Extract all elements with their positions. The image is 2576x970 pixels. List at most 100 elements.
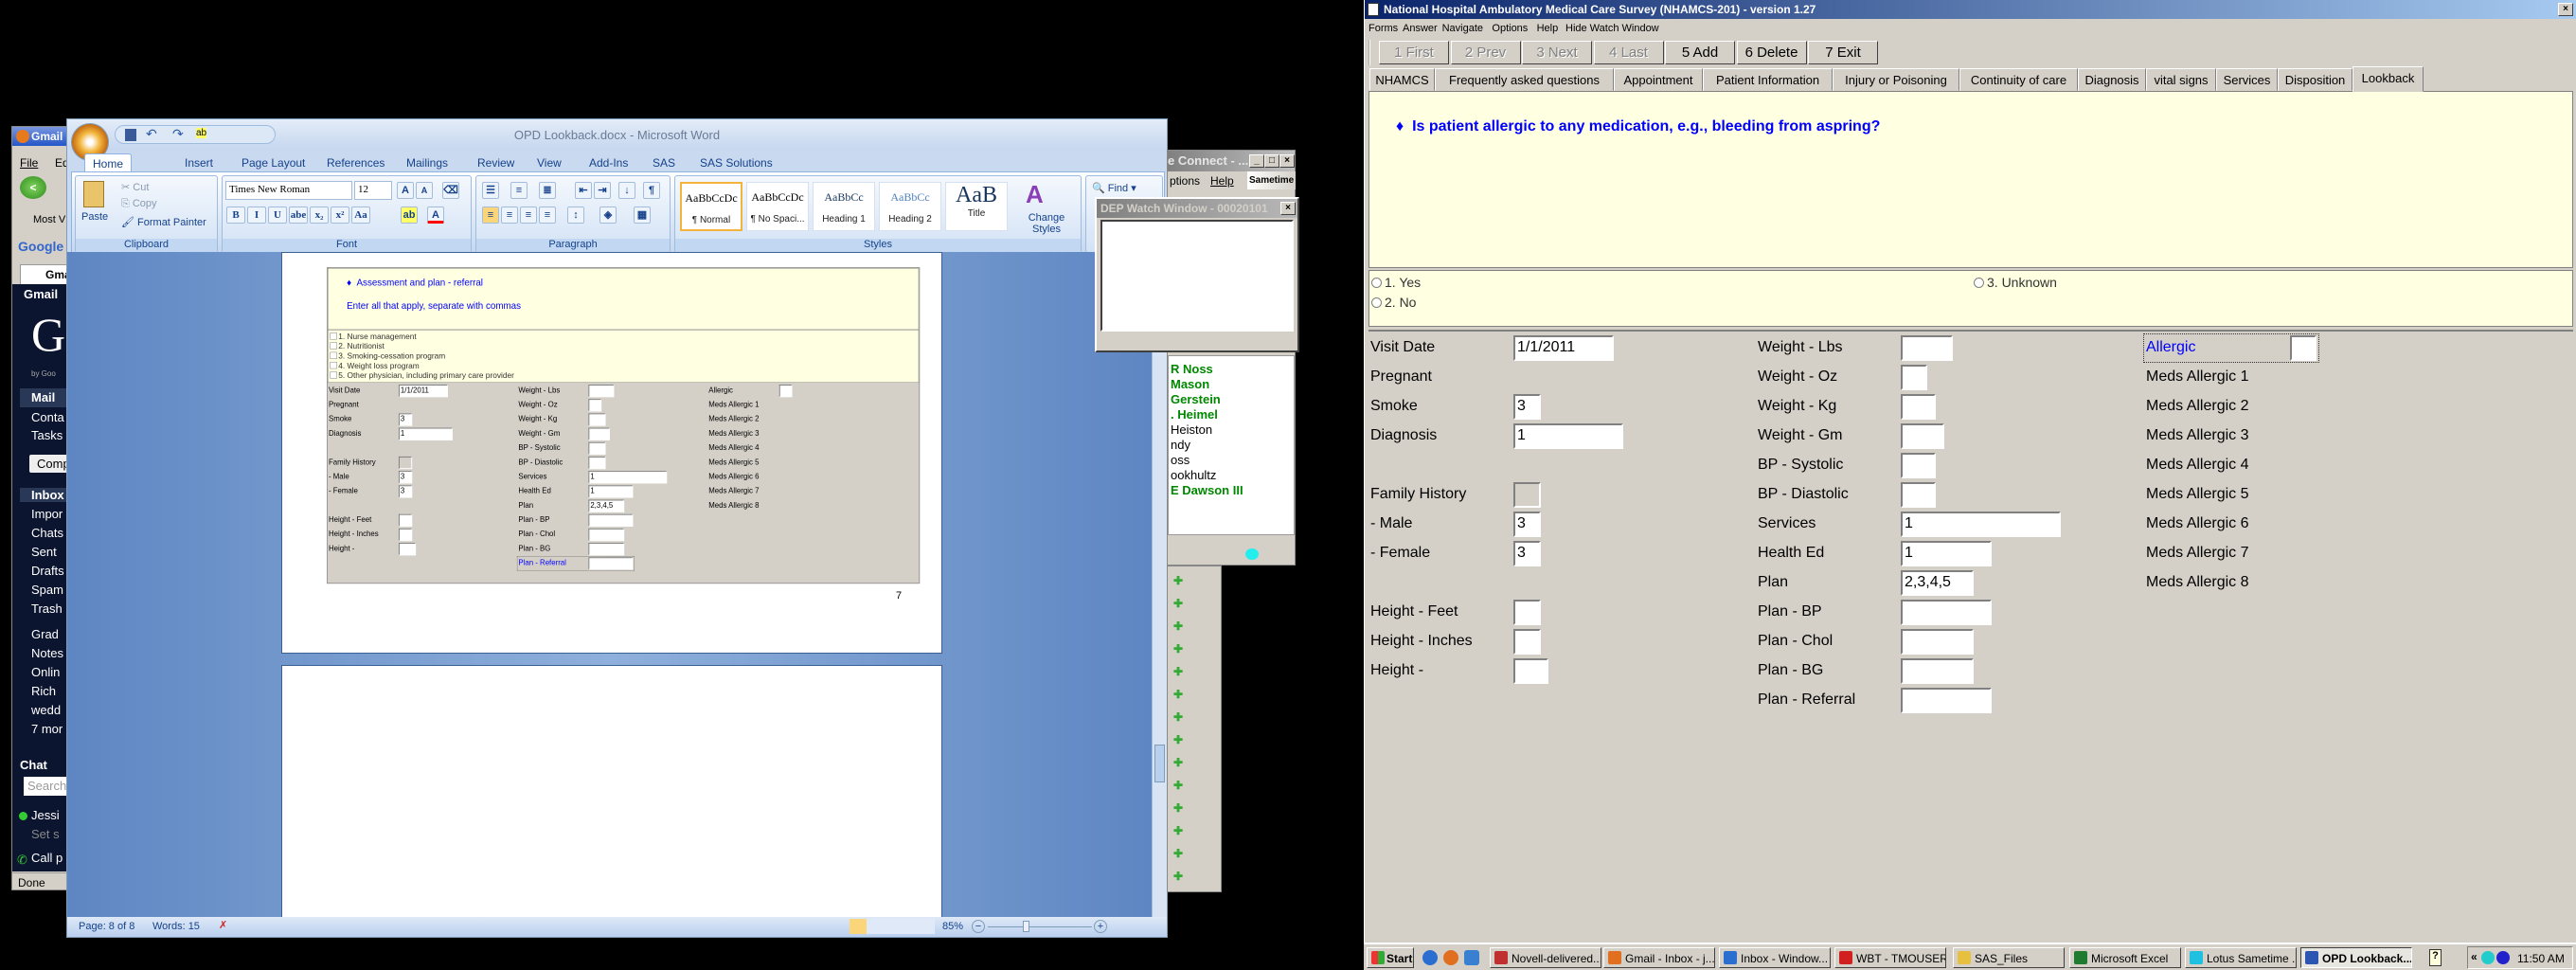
radio-icon[interactable] bbox=[1974, 278, 1984, 288]
tab-sas[interactable]: SAS bbox=[645, 153, 683, 172]
word-count[interactable]: Words: 15 bbox=[152, 921, 200, 932]
input-weight-oz[interactable] bbox=[1901, 365, 1927, 390]
input-plan-bp[interactable] bbox=[1901, 600, 1992, 625]
zoom-level[interactable]: 85% bbox=[942, 921, 963, 932]
tab-disposition[interactable]: Disposition bbox=[2278, 68, 2352, 91]
input-height[interactable] bbox=[398, 543, 417, 556]
show-formatting-icon[interactable]: ¶ bbox=[643, 182, 660, 199]
align-left-icon[interactable]: ≡ bbox=[482, 207, 499, 224]
folder-impor[interactable]: Impor bbox=[31, 507, 63, 521]
zoom-slider-thumb[interactable] bbox=[1023, 921, 1030, 932]
highlight-icon[interactable]: ab bbox=[401, 207, 418, 224]
contact-plus-icon[interactable]: ✚ bbox=[1173, 824, 1183, 837]
format-painter-button[interactable]: 🖌 Format Painter bbox=[121, 216, 206, 228]
folder-rich[interactable]: Rich bbox=[31, 684, 56, 698]
start-button[interactable]: Start bbox=[1367, 947, 1414, 968]
tab-frequently-asked-questions[interactable]: Frequently asked questions bbox=[1435, 68, 1614, 91]
tab-vital-signs[interactable]: vital signs bbox=[2146, 68, 2216, 91]
input-family-history[interactable] bbox=[1513, 482, 1541, 508]
input-allergic[interactable] bbox=[778, 384, 793, 398]
checkbox-icon[interactable] bbox=[330, 342, 337, 350]
clock[interactable]: 11:50 AM bbox=[2517, 952, 2565, 965]
input-weight-lbs[interactable] bbox=[1901, 335, 1953, 361]
line-spacing-icon[interactable]: ↕ bbox=[567, 207, 584, 224]
checkbox-icon[interactable] bbox=[330, 332, 337, 340]
watch-window[interactable]: DEP Watch Window - 00020101 × bbox=[1095, 197, 1299, 352]
tab-injury-or-poisoning[interactable]: Injury or Poisoning bbox=[1833, 68, 1959, 91]
contact-plus-icon[interactable]: ✚ bbox=[1173, 620, 1183, 633]
menu-help[interactable]: Help bbox=[1210, 174, 1234, 188]
style--no-spaci-[interactable]: AaBbCcDc ¶ No Spaci... bbox=[746, 182, 809, 231]
contact-2[interactable]: Gerstein bbox=[1171, 392, 1221, 406]
input-services[interactable]: 1 bbox=[588, 471, 668, 484]
tab-sas-solutions[interactable]: SAS Solutions bbox=[692, 153, 780, 172]
menu-help[interactable]: Help bbox=[1537, 23, 1559, 34]
embedded-option[interactable]: 1. Nurse management bbox=[330, 332, 417, 342]
input-height-feet[interactable] bbox=[1513, 600, 1541, 625]
undo-icon[interactable]: ↶ bbox=[146, 126, 157, 142]
change-styles-button[interactable]: Change Styles bbox=[1018, 212, 1075, 235]
option-yes[interactable]: 1. Yes bbox=[1371, 275, 1421, 290]
contact-plus-icon[interactable]: ✚ bbox=[1173, 733, 1183, 746]
tab-home[interactable]: Home bbox=[84, 153, 133, 172]
input-weight-gm[interactable] bbox=[1901, 423, 1944, 449]
input-health-ed[interactable]: 1 bbox=[588, 485, 634, 498]
contact-plus-icon[interactable]: ✚ bbox=[1173, 642, 1183, 656]
taskbar-item-7[interactable]: OPD Lookback.... bbox=[2300, 947, 2412, 968]
shading-icon[interactable]: ◈ bbox=[599, 207, 617, 224]
tab-insert[interactable]: Insert bbox=[177, 153, 221, 172]
input-bp-systolic[interactable] bbox=[1901, 453, 1936, 478]
page-1[interactable]: ♦ Assessment and plan - referral Enter a… bbox=[281, 252, 942, 654]
embedded-option[interactable]: 4. Weight loss program bbox=[330, 361, 420, 370]
save-icon[interactable] bbox=[125, 129, 136, 141]
taskbar-item-2[interactable]: Inbox - Window... bbox=[1719, 947, 1831, 968]
taskbar-item-1[interactable]: Gmail - Inbox - j... bbox=[1603, 947, 1715, 968]
minimize-button[interactable]: _ bbox=[1249, 154, 1264, 168]
chat-contact[interactable]: Jessi bbox=[31, 808, 60, 822]
input-plan-bg[interactable] bbox=[1901, 658, 1974, 684]
strikethrough-button[interactable]: abe bbox=[289, 207, 308, 224]
exit-button[interactable]: 7 Exit bbox=[1808, 41, 1878, 64]
chat-bubble-icon[interactable] bbox=[1245, 548, 1259, 560]
numbering-icon[interactable]: ≡ bbox=[510, 182, 528, 199]
input-visit-date[interactable]: 1/1/2011 bbox=[398, 384, 448, 398]
contact-plus-icon[interactable]: ✚ bbox=[1173, 847, 1183, 860]
folder-chats[interactable]: Chats bbox=[31, 526, 63, 540]
taskbar-item-6[interactable]: Lotus Sametime ... bbox=[2185, 947, 2297, 968]
input-female[interactable]: 3 bbox=[1513, 541, 1541, 566]
paste-button[interactable]: Paste bbox=[81, 211, 108, 223]
align-right-icon[interactable]: ≡ bbox=[520, 207, 537, 224]
checkbox-icon[interactable] bbox=[330, 351, 337, 360]
tab-services[interactable]: Services bbox=[2216, 68, 2278, 91]
contact-4[interactable]: Heiston bbox=[1171, 422, 1212, 437]
subscript-button[interactable]: x₂ bbox=[310, 207, 329, 224]
folder-onlin[interactable]: Onlin bbox=[31, 665, 60, 679]
tab-diagnosis[interactable]: Diagnosis bbox=[2078, 68, 2146, 91]
checkbox-icon[interactable] bbox=[330, 361, 337, 369]
embedded-option[interactable]: 2. Nutritionist bbox=[330, 342, 385, 351]
contact-3[interactable]: . Heimel bbox=[1171, 407, 1218, 422]
input-diagnosis[interactable]: 1 bbox=[398, 427, 453, 440]
input-smoke[interactable]: 3 bbox=[398, 413, 413, 426]
radio-icon[interactable] bbox=[1371, 278, 1382, 288]
input-height[interactable] bbox=[1513, 658, 1548, 684]
input-bp-systolic[interactable] bbox=[588, 441, 606, 455]
spelling-icon[interactable]: ab bbox=[196, 128, 207, 138]
tab-add-ins[interactable]: Add-Ins bbox=[581, 153, 635, 172]
delete-button[interactable]: 6 Delete bbox=[1736, 41, 1807, 64]
tab-continuity-of-care[interactable]: Continuity of care bbox=[1959, 68, 2078, 91]
nhamcs-window[interactable]: National Hospital Ambulatory Medical Car… bbox=[1364, 0, 2576, 943]
contact-7[interactable]: ookhultz bbox=[1171, 468, 1216, 482]
tab-appointment[interactable]: Appointment bbox=[1614, 68, 1703, 91]
menu-forms[interactable]: Forms bbox=[1368, 23, 1398, 34]
menu-options[interactable]: ptions bbox=[1170, 174, 1200, 188]
zoom-slider[interactable] bbox=[988, 926, 1092, 927]
tab-nhamcs[interactable]: NHAMCS bbox=[1369, 68, 1435, 91]
input-visit-date[interactable]: 1/1/2011 bbox=[1513, 335, 1614, 361]
input-weight-gm[interactable] bbox=[588, 427, 610, 440]
multilevel-list-icon[interactable]: ≣ bbox=[539, 182, 556, 199]
chat-status-input[interactable]: Set s bbox=[31, 827, 60, 841]
contact-0[interactable]: R Noss bbox=[1171, 362, 1213, 376]
input-diagnosis[interactable]: 1 bbox=[1513, 423, 1623, 449]
embedded-option[interactable]: 3. Smoking-cessation program bbox=[330, 351, 445, 361]
